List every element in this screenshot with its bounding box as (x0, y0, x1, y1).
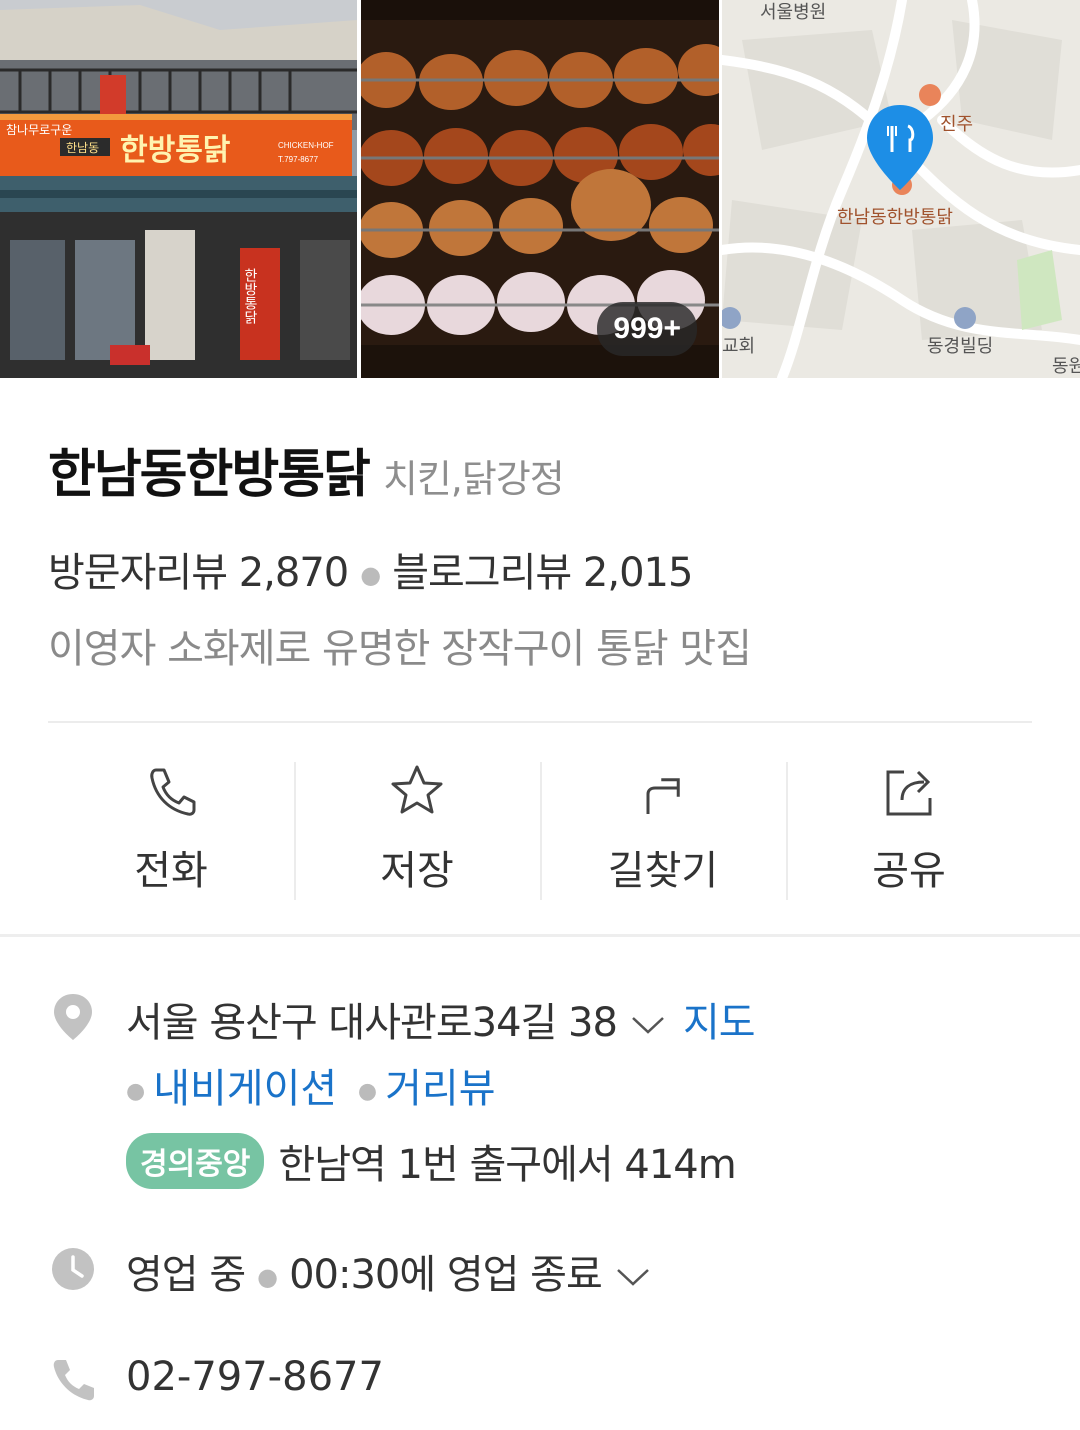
photo-gallery[interactable]: 참나무로구운 한남동 한방통닭 CHICKEN-HOF T.797-8677 한… (0, 0, 1080, 378)
sign-english: CHICKEN-HOF (278, 141, 334, 150)
share-button[interactable]: 공유 (786, 724, 1032, 936)
call-button[interactable]: 전화 (48, 724, 294, 936)
directions-label: 길찾기 (607, 848, 719, 894)
navigation-link[interactable]: 내비게이션 (153, 1066, 337, 1112)
action-bar: 전화 저장 길찾기 공유 (48, 724, 1032, 936)
star-icon (391, 765, 443, 814)
address-text[interactable]: 서울 용산구 대사관로34길 38 (126, 1000, 618, 1046)
place-category: 치킨,닭강정 (382, 457, 565, 501)
share-label: 공유 (872, 848, 946, 894)
location-pin-icon (54, 994, 92, 1040)
visitor-reviews-link[interactable]: 방문자리뷰 2,870 (48, 550, 349, 596)
sign-vertical-banner: 한방통닭 (242, 268, 258, 324)
store-front-photo[interactable]: 참나무로구운 한남동 한방통닭 CHICKEN-HOF T.797-8677 한… (0, 0, 357, 378)
map-label-building: 동경빌딩 (927, 336, 993, 357)
place-name: 한남동한방통닭 (48, 445, 371, 505)
map-label-edge: 동원 (1052, 356, 1080, 377)
sign-slogan: 참나무로구운 (6, 123, 72, 137)
directions-icon (646, 778, 680, 814)
save-label: 저장 (380, 848, 454, 894)
subway-line-badge: 경의중앙 (126, 1133, 265, 1189)
save-button[interactable]: 저장 (294, 724, 540, 936)
phone-number[interactable]: 02-797-8677 (126, 1354, 384, 1400)
business-status: 영업 중 (126, 1252, 246, 1298)
separator-dot: ● (360, 561, 381, 589)
phone-small-icon (53, 1360, 94, 1401)
call-label: 전화 (134, 848, 208, 894)
address-links: ● 내비게이션 ● 거리뷰 (126, 1056, 496, 1114)
blog-reviews-link[interactable]: 블로그리뷰 2,015 (392, 550, 693, 596)
sign-phone: T.797-8677 (278, 155, 319, 164)
rotisserie-chicken-photo[interactable]: 999+ (361, 0, 719, 378)
chevron-down-icon[interactable] (616, 1267, 650, 1287)
hours-row[interactable]: 영업 중 ● 00:30에 영업 종료 (126, 1242, 668, 1300)
closing-time: 00:30에 영업 종료 (289, 1252, 603, 1298)
map-label-place: 한남동한방통닭 (837, 207, 953, 228)
separator-dot: ● (126, 1078, 146, 1104)
chevron-down-icon[interactable] (631, 1015, 665, 1035)
street-view-link[interactable]: 거리뷰 (385, 1066, 495, 1112)
sign-main: 한방통닭 (120, 133, 231, 168)
separator-dot: ● (357, 1078, 378, 1104)
share-icon (886, 770, 932, 816)
map-label-top: 서울병원 (760, 2, 826, 23)
divider (48, 721, 1032, 723)
map-link[interactable]: 지도 (683, 1000, 756, 1046)
subway-distance: 한남역 1번 출구에서 414m (278, 1142, 736, 1188)
clock-icon (52, 1248, 94, 1290)
subway-row: 경의중앙 한남역 1번 출구에서 414m (126, 1132, 737, 1190)
phone-icon (150, 768, 196, 816)
section-divider (0, 934, 1080, 937)
map-thumbnail[interactable]: 서울병원 진주 한남동한방통닭 동경빌딩 교회 동원 (722, 0, 1080, 378)
sign-district: 한남동 (66, 141, 99, 155)
separator-dot: ● (257, 1263, 278, 1291)
photo-count-badge: 999+ (597, 302, 697, 356)
review-summary: 방문자리뷰 2,870 ● 블로그리뷰 2,015 (48, 540, 693, 598)
place-title-row: 한남동한방통닭 치킨,닭강정 (48, 432, 565, 507)
map-label-church: 교회 (722, 336, 755, 357)
map-label-nearby: 진주 (940, 114, 973, 135)
address-row: 서울 용산구 대사관로34길 38 지도 (126, 990, 756, 1048)
directions-button[interactable]: 길찾기 (540, 724, 786, 936)
place-description: 이영자 소화제로 유명한 장작구이 통닭 맛집 (48, 626, 752, 672)
